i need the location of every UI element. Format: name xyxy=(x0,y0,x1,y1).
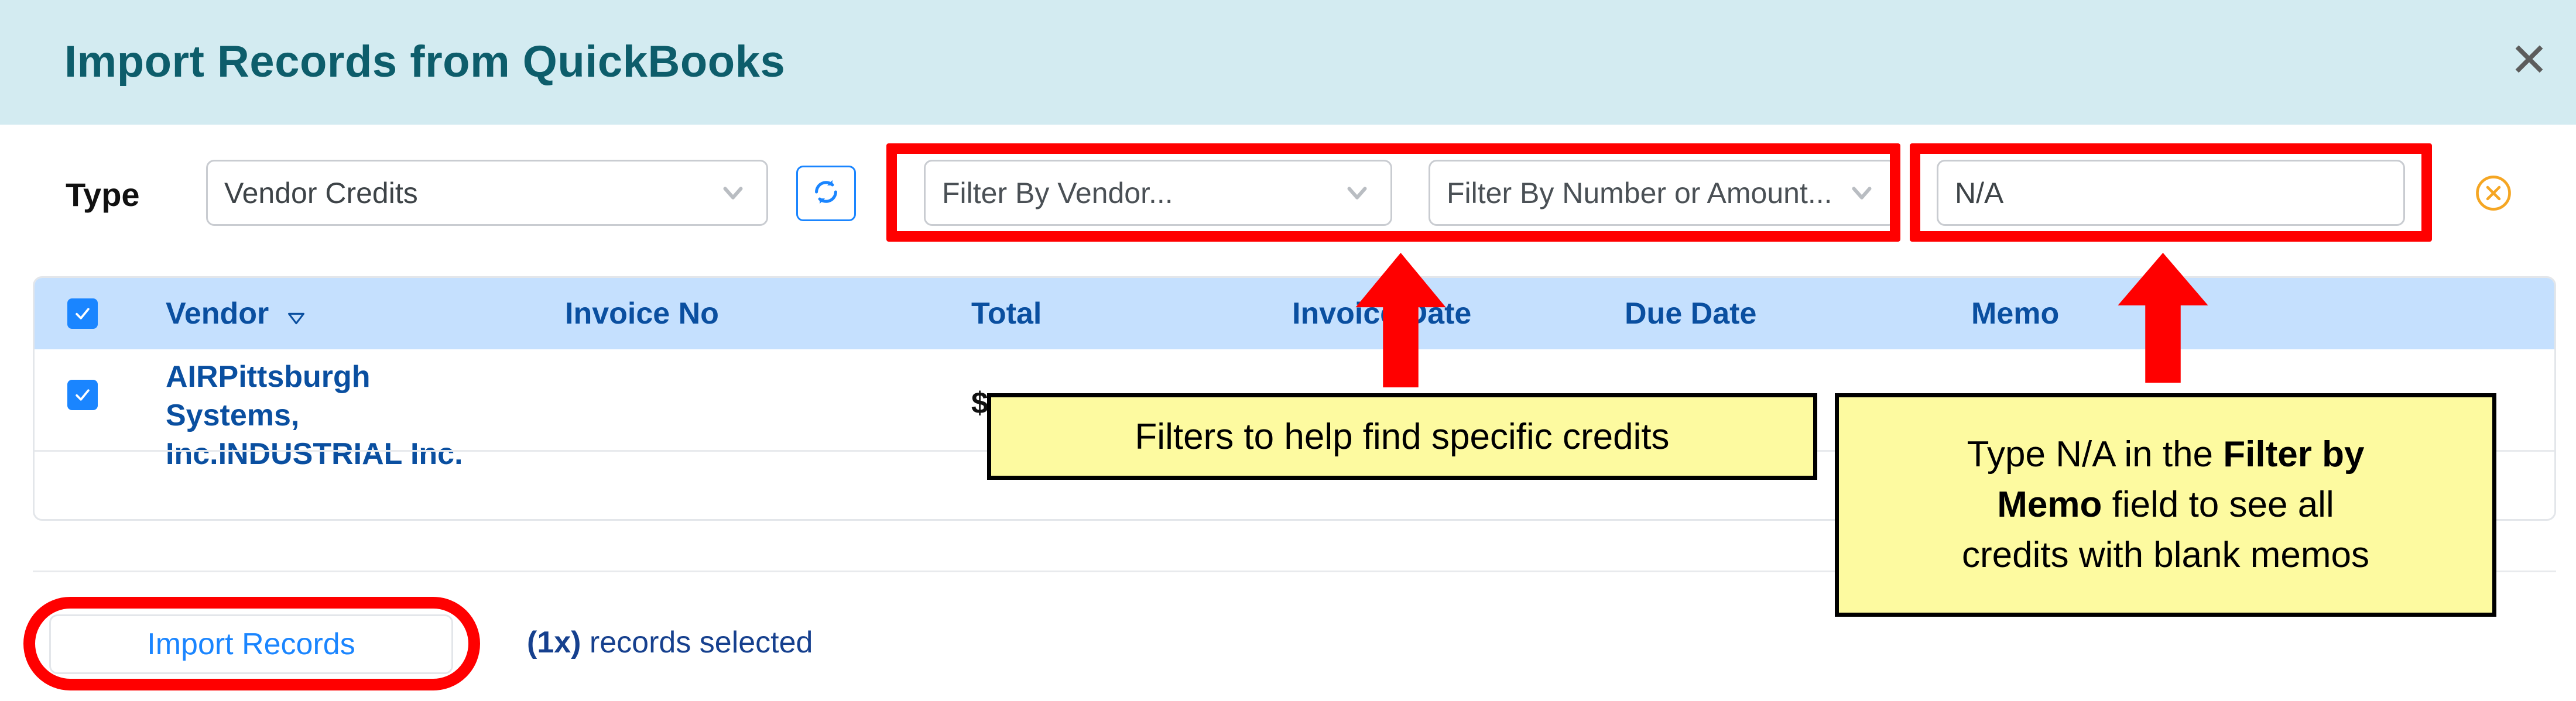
import-records-modal: Import Records from QuickBooks ✕ Type Ve… xyxy=(0,0,2576,701)
chevron-down-icon xyxy=(720,180,746,207)
chevron-down-icon xyxy=(1848,180,1875,207)
column-header-vendor[interactable]: Vendor xyxy=(166,278,310,349)
footer-divider xyxy=(33,571,2556,572)
column-header-invoice-date[interactable]: Invoice Date xyxy=(1292,278,1471,349)
type-select-value: Vendor Credits xyxy=(224,176,418,209)
refresh-button[interactable] xyxy=(796,166,856,221)
cell-vendor: AIRPittsburgh Systems, Inc.INDUSTRIAL In… xyxy=(166,360,463,471)
type-select[interactable]: Vendor Credits xyxy=(206,160,768,226)
records-table: Vendor Invoice No Total Invoice Date Due… xyxy=(33,276,2556,521)
close-icon[interactable]: ✕ xyxy=(2503,34,2556,87)
table-header-row: Vendor Invoice No Total Invoice Date Due… xyxy=(35,278,2554,349)
column-header-vendor-label: Vendor xyxy=(166,297,269,331)
sort-descending-icon xyxy=(283,280,310,351)
number-or-amount-filter-select[interactable]: Filter By Number or Amount... xyxy=(1429,160,1897,226)
cell-total: $ xyxy=(971,386,988,420)
import-records-button[interactable]: Import Records xyxy=(49,614,453,674)
row-divider xyxy=(35,450,2554,452)
clear-filters-icon[interactable] xyxy=(2474,174,2513,212)
refresh-icon xyxy=(809,175,843,212)
column-header-total[interactable]: Total xyxy=(971,278,1042,349)
column-header-memo[interactable]: Memo xyxy=(1971,278,2059,349)
page-title: Import Records from QuickBooks xyxy=(64,37,786,87)
select-all-checkbox[interactable] xyxy=(67,298,98,329)
memo-filter-input[interactable]: N/A xyxy=(1937,160,2405,226)
memo-filter-value: N/A xyxy=(1955,176,2004,209)
column-header-invoice-no[interactable]: Invoice No xyxy=(565,278,719,349)
number-filter-placeholder: Filter By Number or Amount... xyxy=(1447,176,1832,209)
column-header-due-date[interactable]: Due Date xyxy=(1625,278,1756,349)
vendor-filter-select[interactable]: Filter By Vendor... xyxy=(924,160,1392,226)
modal-header: Import Records from QuickBooks ✕ xyxy=(0,0,2576,125)
type-label: Type xyxy=(66,176,140,213)
table-row: AIRPittsburgh Systems, Inc.INDUSTRIAL In… xyxy=(35,349,2554,471)
vendor-filter-placeholder: Filter By Vendor... xyxy=(942,176,1173,209)
import-records-button-label: Import Records xyxy=(147,627,355,661)
callout-memo-line-3: credits with blank memos xyxy=(1961,535,2370,575)
records-selected-count: (1x) xyxy=(527,626,581,659)
records-selected-suffix: records selected xyxy=(581,626,813,659)
chevron-down-icon xyxy=(1344,180,1371,207)
records-selected-status: (1x) records selected xyxy=(527,625,813,660)
row-select-checkbox[interactable] xyxy=(67,380,98,410)
